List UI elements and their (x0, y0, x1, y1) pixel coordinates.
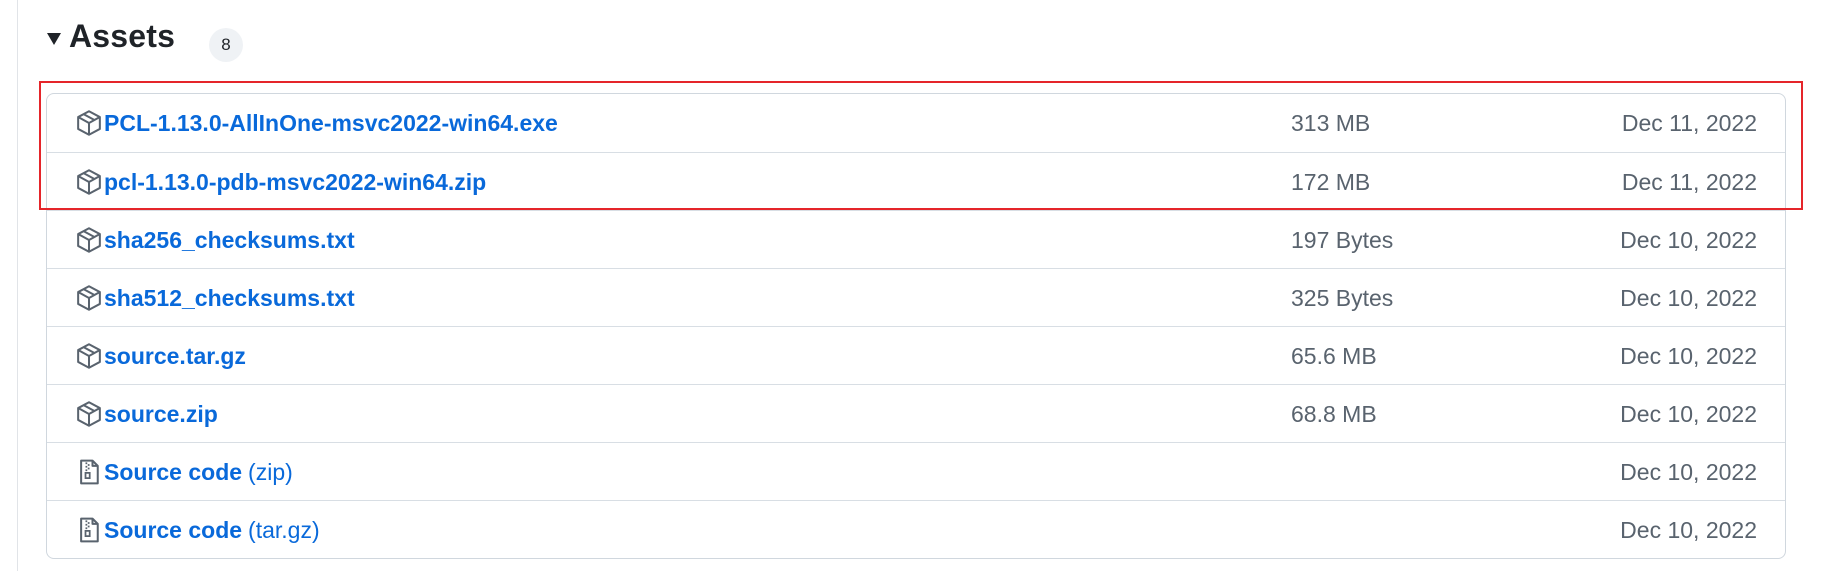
assets-toggle[interactable]: Assets (47, 18, 175, 55)
release-assets-section: Assets 8 PCL-1.13.0-AllInOne-msvc2022-wi… (17, 0, 1835, 571)
asset-name-cell: pcl-1.13.0-pdb-msvc2022-win64.zip (75, 153, 486, 211)
asset-date: Dec 10, 2022 (1620, 400, 1757, 427)
caret-down-icon (47, 32, 61, 45)
asset-name-cell: PCL-1.13.0-AllInOne-msvc2022-win64.exe (75, 94, 558, 152)
asset-size: 65.6 MB (1291, 342, 1377, 369)
asset-format-label: (zip) (248, 458, 293, 485)
asset-row: source.tar.gz 65.6 MB Dec 10, 2022 (47, 326, 1785, 384)
asset-size: 313 MB (1291, 109, 1371, 136)
asset-name-cell: sha512_checksums.txt (75, 269, 355, 327)
assets-count-badge: 8 (209, 28, 243, 62)
asset-date: Dec 10, 2022 (1620, 284, 1757, 311)
asset-link[interactable]: source.tar.gz (104, 343, 246, 370)
assets-list: PCL-1.13.0-AllInOne-msvc2022-win64.exe 3… (46, 93, 1786, 559)
asset-name-cell: Source code (tar.gz) (75, 501, 320, 559)
package-icon (75, 168, 103, 196)
asset-link[interactable]: source.zip (104, 401, 218, 428)
asset-date: Dec 11, 2022 (1621, 109, 1757, 136)
asset-row: Source code (tar.gz) Dec 10, 2022 (47, 500, 1785, 558)
asset-name-cell: source.zip (75, 385, 218, 443)
asset-link[interactable]: sha256_checksums.txt (104, 227, 355, 254)
asset-link[interactable]: Source code (104, 517, 242, 544)
asset-link[interactable]: Source code (104, 459, 242, 486)
asset-link[interactable]: pcl-1.13.0-pdb-msvc2022-win64.zip (104, 169, 486, 196)
package-icon (75, 284, 103, 312)
asset-row: sha512_checksums.txt 325 Bytes Dec 10, 2… (47, 268, 1785, 326)
asset-row: Source code (zip) Dec 10, 2022 (47, 442, 1785, 500)
package-icon (75, 342, 103, 370)
asset-date: Dec 10, 2022 (1620, 226, 1757, 253)
file-zip-icon (75, 516, 103, 544)
asset-size: 68.8 MB (1291, 400, 1377, 427)
asset-size: 325 Bytes (1291, 284, 1394, 311)
asset-size: 172 MB (1291, 168, 1371, 195)
asset-name-cell: sha256_checksums.txt (75, 211, 355, 269)
asset-date: Dec 10, 2022 (1620, 342, 1757, 369)
asset-row: sha256_checksums.txt 197 Bytes Dec 10, 2… (47, 210, 1785, 268)
asset-size: 197 Bytes (1291, 226, 1394, 253)
package-icon (75, 400, 103, 428)
asset-link[interactable]: sha512_checksums.txt (104, 285, 355, 312)
asset-row: pcl-1.13.0-pdb-msvc2022-win64.zip 172 MB… (47, 152, 1785, 210)
asset-row: source.zip 68.8 MB Dec 10, 2022 (47, 384, 1785, 442)
asset-date: Dec 10, 2022 (1620, 458, 1757, 485)
package-icon (75, 226, 103, 254)
file-zip-icon (75, 458, 103, 486)
asset-date: Dec 10, 2022 (1620, 516, 1757, 543)
asset-row: PCL-1.13.0-AllInOne-msvc2022-win64.exe 3… (47, 94, 1785, 152)
asset-format-label: (tar.gz) (248, 516, 320, 543)
assets-title: Assets (69, 18, 176, 54)
asset-name-cell: source.tar.gz (75, 327, 246, 385)
asset-name-cell: Source code (zip) (75, 443, 293, 501)
asset-link[interactable]: PCL-1.13.0-AllInOne-msvc2022-win64.exe (104, 110, 558, 137)
package-icon (75, 109, 103, 137)
asset-date: Dec 11, 2022 (1621, 168, 1757, 195)
